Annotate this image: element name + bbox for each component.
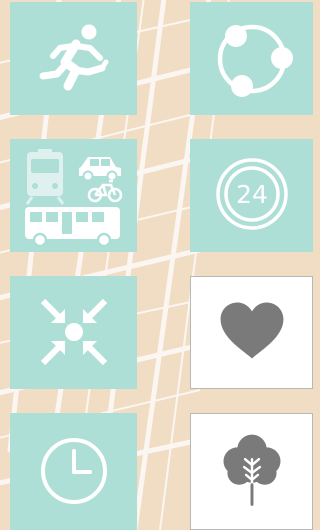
transport-modes-icon — [10, 139, 137, 252]
centralize-tile[interactable] — [10, 276, 137, 389]
favorite-tile[interactable] — [190, 276, 313, 389]
running-tile[interactable] — [10, 2, 137, 115]
clock-24-icon: 24 — [190, 139, 313, 252]
car-icon — [79, 157, 121, 182]
24-hours-tile[interactable]: 24 — [190, 139, 313, 252]
time-tile[interactable] — [10, 413, 137, 530]
network-tile[interactable] — [190, 2, 313, 115]
nature-tile[interactable] — [190, 413, 313, 530]
heart-icon — [191, 277, 312, 388]
24-label: 24 — [236, 180, 268, 209]
bus-icon — [25, 207, 120, 248]
running-person-icon — [10, 2, 137, 115]
transport-tile[interactable] — [10, 139, 137, 252]
arrows-inward-icon — [10, 276, 137, 389]
bicycle-icon — [87, 179, 123, 203]
tree-icon — [191, 414, 312, 529]
network-share-icon — [190, 2, 313, 115]
clock-icon — [10, 413, 137, 530]
train-icon — [25, 149, 65, 205]
